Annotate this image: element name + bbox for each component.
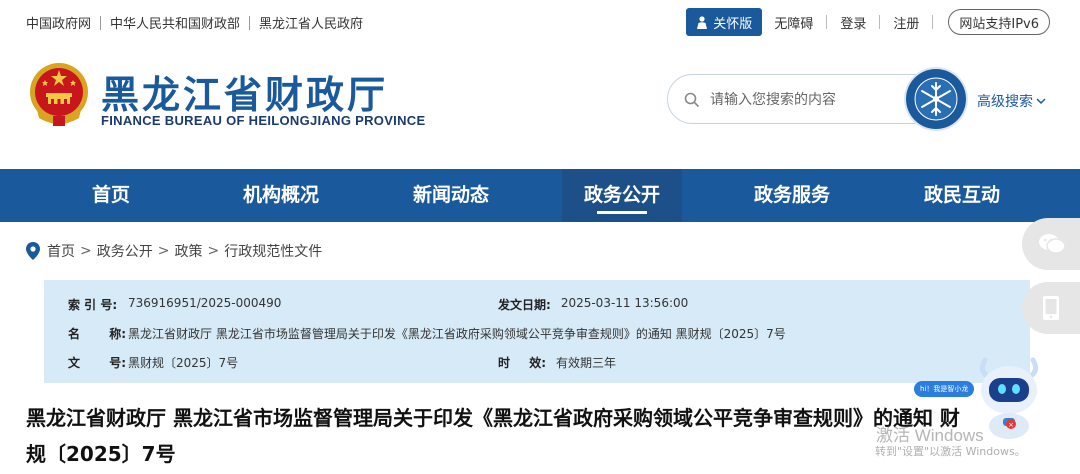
divider: [100, 15, 102, 30]
main-nav: 首页 机构概况 新闻动态 政务公开 政务服务 政民互动: [0, 169, 1080, 222]
docno-value: 黑财规〔2025〕7号: [128, 356, 239, 370]
name-label: 名 称:: [68, 325, 126, 342]
breadcrumb-gov-affairs[interactable]: 政务公开: [97, 241, 153, 261]
location-pin-icon: [26, 242, 40, 260]
advanced-search-label: 高级搜索: [977, 94, 1033, 110]
validity-label-end: 效:: [529, 356, 546, 370]
info-date-row: 发文日期: 2025-03-11 13:56:00: [498, 296, 688, 313]
mobile-float-button[interactable]: [1022, 282, 1080, 334]
name-label-start: 名: [68, 327, 81, 341]
chevron-down-icon: [1036, 97, 1046, 104]
care-mode-label: 关怀版: [713, 16, 753, 32]
info-name-row: 名 称: 黑龙江省财政厅 黑龙江省市场监督管理局关于印发《黑龙江省政府采购领域公…: [68, 325, 786, 342]
name-label-end: 称:: [109, 327, 126, 341]
divider: [932, 15, 934, 29]
docno-label: 文 号:: [68, 354, 126, 371]
docno-label-end: 号:: [109, 356, 126, 370]
date-label: 发文日期:: [498, 298, 551, 312]
person-icon: [697, 15, 708, 29]
nav-item-home[interactable]: 首页: [51, 169, 171, 222]
nav-item-gov-affairs[interactable]: 政务公开: [562, 169, 682, 222]
site-title: 黑龙江省财政厅: [101, 73, 389, 117]
wechat-float-button[interactable]: [1022, 218, 1080, 270]
nav-item-services[interactable]: 政务服务: [732, 169, 852, 222]
ipv6-badge: 网站支持IPv6: [948, 9, 1050, 35]
assistant-robot-icon[interactable]: ×: [975, 356, 1043, 440]
top-bar: 中国政府网 中华人民共和国财政部 黑龙江省人民政府 关怀版 无障碍 登录 注册 …: [0, 0, 1080, 44]
search-input[interactable]: [710, 87, 900, 113]
link-hlj-gov[interactable]: 黑龙江省人民政府: [259, 13, 363, 32]
wechat-icon: [1039, 234, 1066, 254]
date-value: 2025-03-11 13:56:00: [560, 296, 689, 310]
validity-label: 时 效:: [498, 354, 546, 371]
search-button[interactable]: [906, 69, 966, 129]
search-icon: [684, 92, 700, 108]
login-link[interactable]: 登录: [840, 13, 866, 32]
divider: [826, 15, 828, 29]
nav-item-about[interactable]: 机构概况: [221, 169, 341, 222]
index-value: 736916951/2025-000490: [128, 296, 282, 310]
advanced-search-link[interactable]: 高级搜索: [977, 91, 1046, 111]
link-mof[interactable]: 中华人民共和国财政部: [110, 13, 240, 32]
info-index-row: 索 引 号: 736916951/2025-000490: [68, 296, 281, 313]
breadcrumb-policy[interactable]: 政策: [174, 241, 202, 261]
breadcrumb-home[interactable]: 首页: [47, 241, 75, 261]
docno-label-start: 文: [68, 356, 81, 370]
os-activation-hint: 转到"设置"以激活 Windows。: [875, 445, 1026, 458]
divider: [879, 15, 881, 29]
top-links: 中国政府网 中华人民共和国财政部 黑龙江省人民政府: [26, 13, 363, 32]
snowflake-icon: [914, 77, 958, 121]
nav-item-interaction[interactable]: 政民互动: [902, 169, 1022, 222]
breadcrumb-regulatory-docs[interactable]: 行政规范性文件: [224, 241, 322, 261]
breadcrumb-separator: >: [80, 243, 92, 259]
accessibility-link[interactable]: 无障碍: [774, 13, 813, 32]
link-gov-cn[interactable]: 中国政府网: [26, 13, 91, 32]
breadcrumb-separator: >: [207, 243, 220, 259]
info-validity-row: 时 效: 有效期三年: [498, 354, 616, 371]
index-label: 索 引 号:: [68, 298, 118, 312]
svg-text:×: ×: [1008, 421, 1014, 429]
site-subtitle: FINANCE BUREAU OF HEILONGJIANG PROVINCE: [101, 113, 426, 128]
document-info-panel: 索 引 号: 736916951/2025-000490 发文日期: 2025-…: [44, 280, 1030, 383]
name-value: 黑龙江省财政厅 黑龙江省市场监督管理局关于印发《黑龙江省政府采购领域公平竞争审查…: [128, 327, 786, 341]
nav-item-news[interactable]: 新闻动态: [391, 169, 511, 222]
info-docno-row: 文 号: 黑财规〔2025〕7号: [68, 354, 238, 371]
validity-value: 有效期三年: [556, 356, 617, 370]
top-actions: 关怀版 无障碍 登录 注册 网站支持IPv6: [686, 8, 1050, 36]
breadcrumb: 首页 > 政务公开 > 政策 > 行政规范性文件: [26, 241, 322, 261]
validity-label-start: 时: [498, 356, 511, 370]
care-mode-button[interactable]: 关怀版: [686, 8, 763, 36]
assistant-greeting-bubble[interactable]: hi！我是智小龙: [914, 381, 975, 397]
breadcrumb-separator: >: [157, 243, 170, 259]
national-emblem-icon: [30, 63, 88, 126]
mobile-phone-icon: [1043, 296, 1059, 320]
register-link[interactable]: 注册: [893, 13, 919, 32]
divider: [249, 15, 251, 30]
